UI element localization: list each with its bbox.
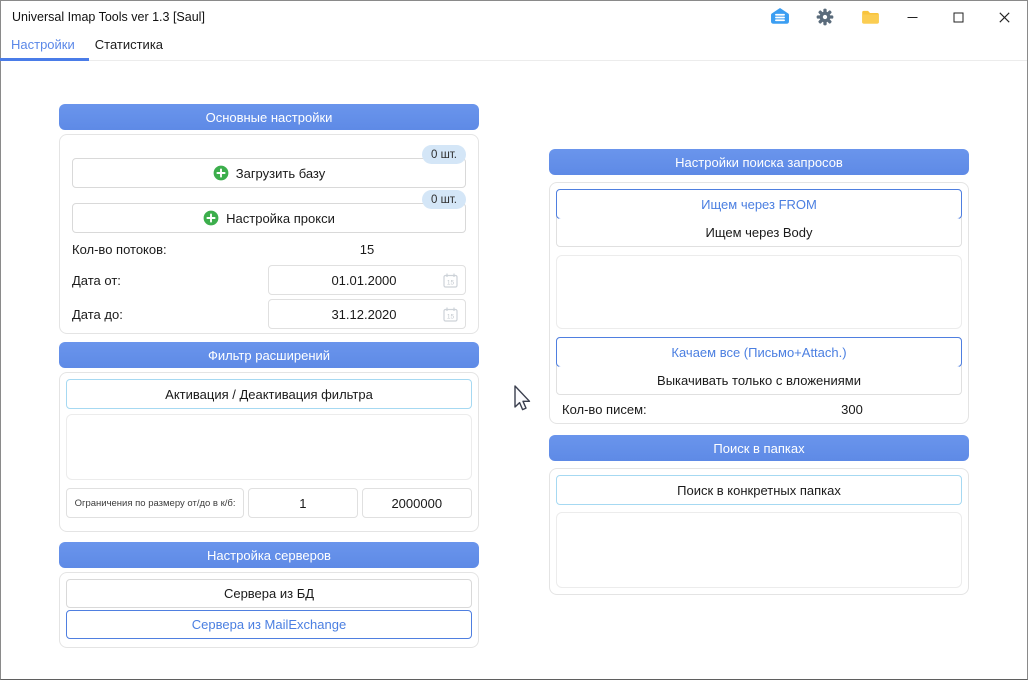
size-limits-label: Ограничения по размеру от/до в к/б: xyxy=(66,488,244,518)
svg-text:15: 15 xyxy=(446,313,454,320)
threads-value[interactable]: 15 xyxy=(268,242,466,257)
database-icon[interactable] xyxy=(769,6,791,28)
date-to-input[interactable]: 31.12.2020 15 xyxy=(268,299,466,329)
left-column: Основные настройки 0 шт. Загрузить базу … xyxy=(59,104,479,648)
servers-header: Настройка серверов xyxy=(59,542,479,568)
download-all-button[interactable]: Качаем все (Письмо+Attach.) xyxy=(556,337,962,367)
folders-list[interactable] xyxy=(556,512,962,588)
tab-statistics[interactable]: Статистика xyxy=(85,37,173,60)
tab-bar: Настройки Статистика xyxy=(1,33,1027,61)
search-settings-card: Ищем через FROM Ищем через Body Качаем в… xyxy=(549,182,969,424)
app-window: Universal Imap Tools ver 1.3 [Saul] xyxy=(0,0,1028,680)
plus-icon xyxy=(203,210,219,226)
tab-settings[interactable]: Настройки xyxy=(1,37,85,60)
close-button[interactable] xyxy=(981,1,1027,33)
search-body-button[interactable]: Ищем через Body xyxy=(557,218,961,246)
folders-header: Поиск в папках xyxy=(549,435,969,461)
plus-icon xyxy=(213,165,229,181)
threads-label: Кол-во потоков: xyxy=(72,242,268,257)
letters-count-value[interactable]: 300 xyxy=(742,402,962,417)
search-settings-header: Настройки поиска запросов xyxy=(549,149,969,175)
folder-icon[interactable] xyxy=(859,6,881,28)
specific-folders-button[interactable]: Поиск в конкретных папках xyxy=(556,475,962,505)
date-from-label: Дата от: xyxy=(72,273,268,288)
calendar-icon[interactable]: 15 xyxy=(435,300,465,328)
folders-card: Поиск в конкретных папках xyxy=(549,468,969,595)
right-column: Настройки поиска запросов Ищем через FRO… xyxy=(549,149,969,595)
main-settings-card: 0 шт. Загрузить базу 0 шт. Настройка про… xyxy=(59,134,479,334)
servers-card: Сервера из БД Сервера из MailExchange xyxy=(59,572,479,648)
size-max-input[interactable]: 2000000 xyxy=(362,488,472,518)
maximize-button[interactable] xyxy=(935,1,981,33)
filter-card: Активация / Деактивация фильтра Ограниче… xyxy=(59,372,479,532)
title-bar: Universal Imap Tools ver 1.3 [Saul] xyxy=(1,1,1027,33)
gear-icon[interactable] xyxy=(814,6,836,28)
svg-text:15: 15 xyxy=(446,279,454,286)
filter-header: Фильтр расширений xyxy=(59,342,479,368)
window-title: Universal Imap Tools ver 1.3 [Saul] xyxy=(12,10,205,24)
search-from-button[interactable]: Ищем через FROM xyxy=(556,189,962,219)
servers-mailexchange-button[interactable]: Сервера из MailExchange xyxy=(66,610,472,639)
extensions-list[interactable] xyxy=(66,414,472,480)
letters-count-label: Кол-во писем: xyxy=(562,402,742,417)
search-queries-list[interactable] xyxy=(556,255,962,329)
size-min-input[interactable]: 1 xyxy=(248,488,357,518)
attachments-only-button[interactable]: Выкачивать только с вложениями xyxy=(557,366,961,394)
proxy-count-badge: 0 шт. xyxy=(422,190,466,209)
date-to-label: Дата до: xyxy=(72,307,268,322)
search-mode-group: Ищем через FROM Ищем через Body xyxy=(556,189,962,247)
filter-toggle-button[interactable]: Активация / Деактивация фильтра xyxy=(66,379,472,409)
calendar-icon[interactable]: 15 xyxy=(435,266,465,294)
mouse-cursor xyxy=(512,384,532,417)
base-count-badge: 0 шт. xyxy=(422,145,466,164)
download-mode-group: Качаем все (Письмо+Attach.) Выкачивать т… xyxy=(556,337,962,395)
main-settings-header: Основные настройки xyxy=(59,104,479,130)
minimize-button[interactable] xyxy=(889,1,935,33)
date-from-input[interactable]: 01.01.2000 15 xyxy=(268,265,466,295)
servers-from-db-button[interactable]: Сервера из БД xyxy=(66,579,472,608)
